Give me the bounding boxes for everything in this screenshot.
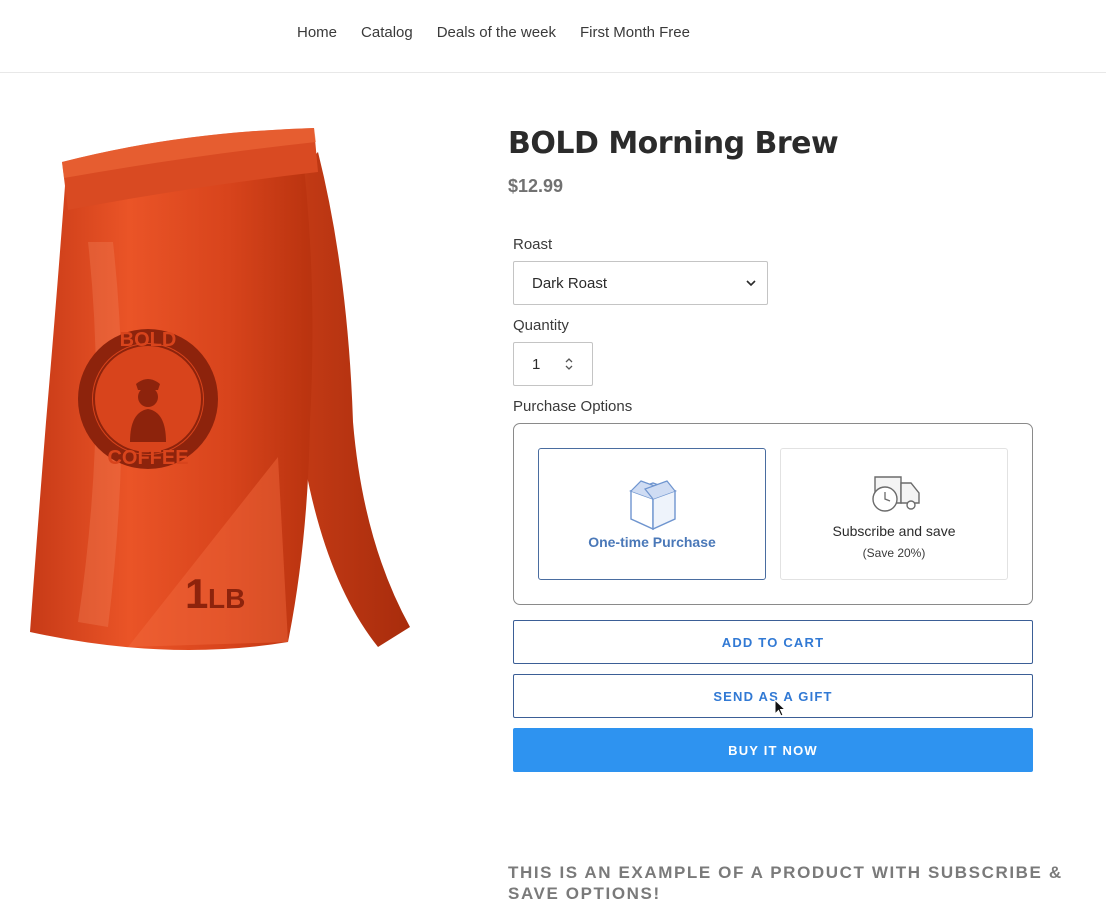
svg-text:1: 1 <box>185 570 208 617</box>
purchase-options-panel: One-time Purchase Subscribe and save (Sa… <box>513 423 1033 605</box>
nav-first-month-free[interactable]: First Month Free <box>580 24 690 41</box>
buy-it-now-button[interactable]: BUY IT NOW <box>513 728 1033 772</box>
roast-select[interactable]: Dark Roast <box>513 261 768 305</box>
delivery-truck-clock-icon <box>872 476 920 512</box>
svg-text:COFFEE: COFFEE <box>107 447 188 469</box>
roast-label: Roast <box>513 236 553 253</box>
svg-text:BOLD: BOLD <box>120 329 177 351</box>
site-header: Home Catalog Deals of the week First Mon… <box>0 0 1106 73</box>
nav-deals-of-the-week[interactable]: Deals of the week <box>437 24 556 41</box>
quantity-stepper-icon[interactable] <box>564 356 574 372</box>
chevron-down-icon <box>746 280 756 287</box>
product-image: BOLD COFFEE 1 LB <box>30 128 410 650</box>
svg-text:LB: LB <box>208 583 245 614</box>
roast-selected-value: Dark Roast <box>532 275 608 292</box>
quantity-label: Quantity <box>513 317 569 334</box>
one-time-purchase-label: One-time Purchase <box>588 534 716 550</box>
send-as-gift-button[interactable]: SEND AS A GIFT <box>513 674 1033 718</box>
one-time-purchase-option[interactable]: One-time Purchase <box>538 448 766 580</box>
mouse-pointer-icon <box>774 699 786 717</box>
open-box-icon <box>628 480 678 531</box>
product-price: $12.99 <box>508 176 564 196</box>
product-title: BOLD Morning Brew <box>508 126 839 161</box>
promo-heading: THIS IS AN EXAMPLE OF A PRODUCT WITH SUB… <box>508 863 1063 903</box>
purchase-options-label: Purchase Options <box>513 398 633 415</box>
subscribe-and-save-option[interactable]: Subscribe and save (Save 20%) <box>780 448 1008 580</box>
quantity-field <box>513 342 593 386</box>
add-to-cart-button[interactable]: ADD TO CART <box>513 620 1033 664</box>
subscribe-and-save-label: Subscribe and save <box>832 523 956 539</box>
main-nav: Home Catalog Deals of the week First Mon… <box>297 24 690 41</box>
bold-coffee-logo: BOLD COFFEE <box>78 329 218 469</box>
nav-home[interactable]: Home <box>297 24 337 41</box>
nav-catalog[interactable]: Catalog <box>361 24 413 41</box>
subscribe-discount-note: (Save 20%) <box>862 546 926 560</box>
